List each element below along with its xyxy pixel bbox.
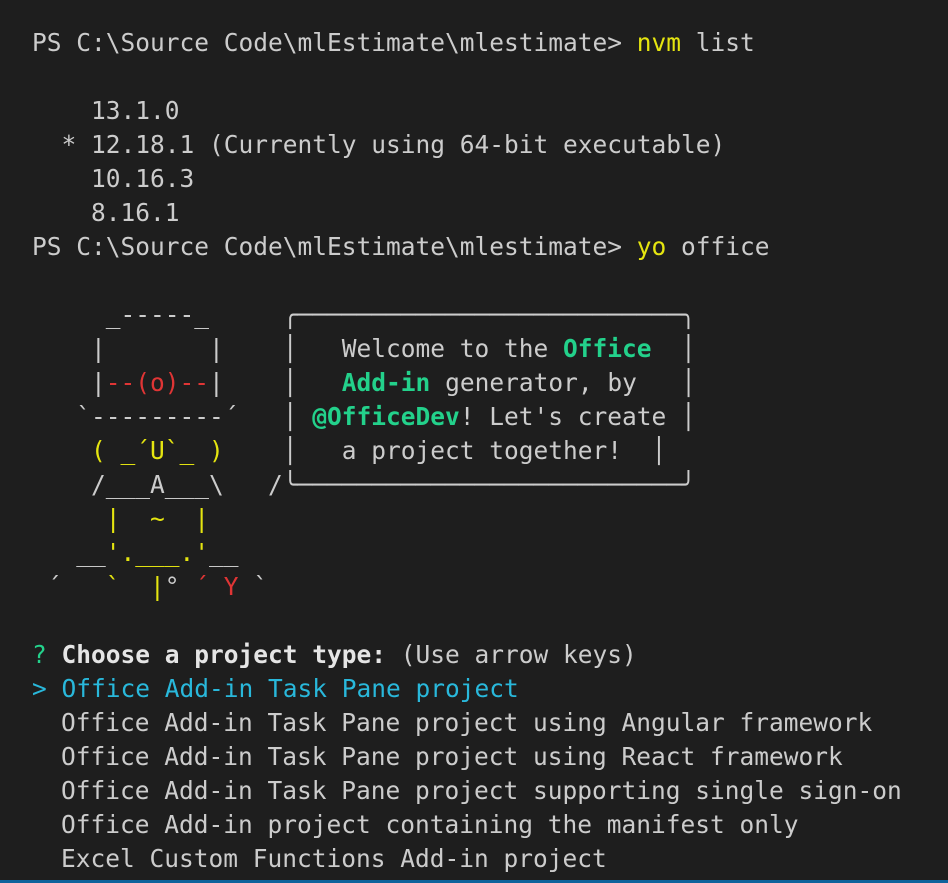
command-args: office [666, 232, 770, 261]
command-name: yo [636, 232, 667, 261]
yeoman-art-line: ( _´U`_ ) │ a project together! │ [91, 436, 667, 465]
question-mark-icon: ? [32, 640, 62, 669]
yeoman-art-line: | | │ Welcome to the Office │ [32, 334, 696, 363]
yeoman-art-line: ´ ` |° ´ Y ` [32, 572, 269, 601]
project-option[interactable]: Office Add-in Task Pane project supporti… [61, 774, 902, 808]
command-name: nvm [636, 28, 682, 57]
question-hint: (Use arrow keys) [386, 640, 637, 669]
yeoman-belt: '.___.' [105, 538, 210, 567]
prompt-line-nvm: PS C:\Source Code\mlEstimate\mlestimate>… [32, 26, 755, 60]
yeoman-art-line: `---------´ │ @OfficeDev! Let's create │ [32, 402, 696, 431]
project-option[interactable]: Office Add-in Task Pane project using An… [61, 706, 872, 740]
yeoman-body: | ~ | [105, 504, 210, 533]
project-option[interactable]: Excel Custom Functions Add-in project [61, 842, 607, 876]
nvm-version-current: * 12.18.1 (Currently using 64-bit execut… [32, 130, 726, 159]
terminal-window[interactable]: PS C:\Source Code\mlEstimate\mlestimate>… [0, 0, 948, 883]
prompt-path: PS C:\Source Code\mlEstimate\mlestimate> [32, 28, 637, 57]
yeoman-face: ( _´U`_ ) [91, 436, 224, 465]
question-label: Choose a project type: [61, 640, 387, 669]
option-label: Office Add-in Task Pane project [61, 674, 519, 703]
yeoman-art-line: |--(o)--| │ Add-in generator, by │ [32, 368, 696, 397]
welcome-officedev-text: @OfficeDev [312, 402, 460, 431]
pointer-icon: > [32, 674, 62, 703]
project-type-question: ? Choose a project type: (Use arrow keys… [32, 638, 637, 672]
welcome-addin-text: Add-in [341, 368, 431, 397]
welcome-office-text: Office [563, 334, 652, 363]
project-option[interactable]: Office Add-in Task Pane project using Re… [61, 740, 843, 774]
command-args: list [681, 28, 755, 57]
yeoman-eyes: --(o)-- [105, 368, 210, 397]
nvm-version: 8.16.1 [32, 198, 180, 227]
yeoman-art-line: _-----_ ╭──────────────────────────╮ [32, 300, 696, 329]
yeoman-art-line: | ~ | [32, 502, 209, 536]
prompt-line-yo: PS C:\Source Code\mlEstimate\mlestimate>… [32, 230, 770, 264]
nvm-version: 10.16.3 [32, 164, 195, 193]
project-option[interactable]: Office Add-in project containing the man… [61, 808, 799, 842]
nvm-version: 13.1.0 [32, 96, 180, 125]
project-option-selected[interactable]: > Office Add-in Task Pane project [32, 672, 519, 706]
yeoman-art-line: /___A___\ /╰──────────────────────────╯ [32, 470, 696, 499]
prompt-path: PS C:\Source Code\mlEstimate\mlestimate> [32, 232, 637, 261]
yeoman-art-line: __'.___.'__ [32, 538, 239, 567]
